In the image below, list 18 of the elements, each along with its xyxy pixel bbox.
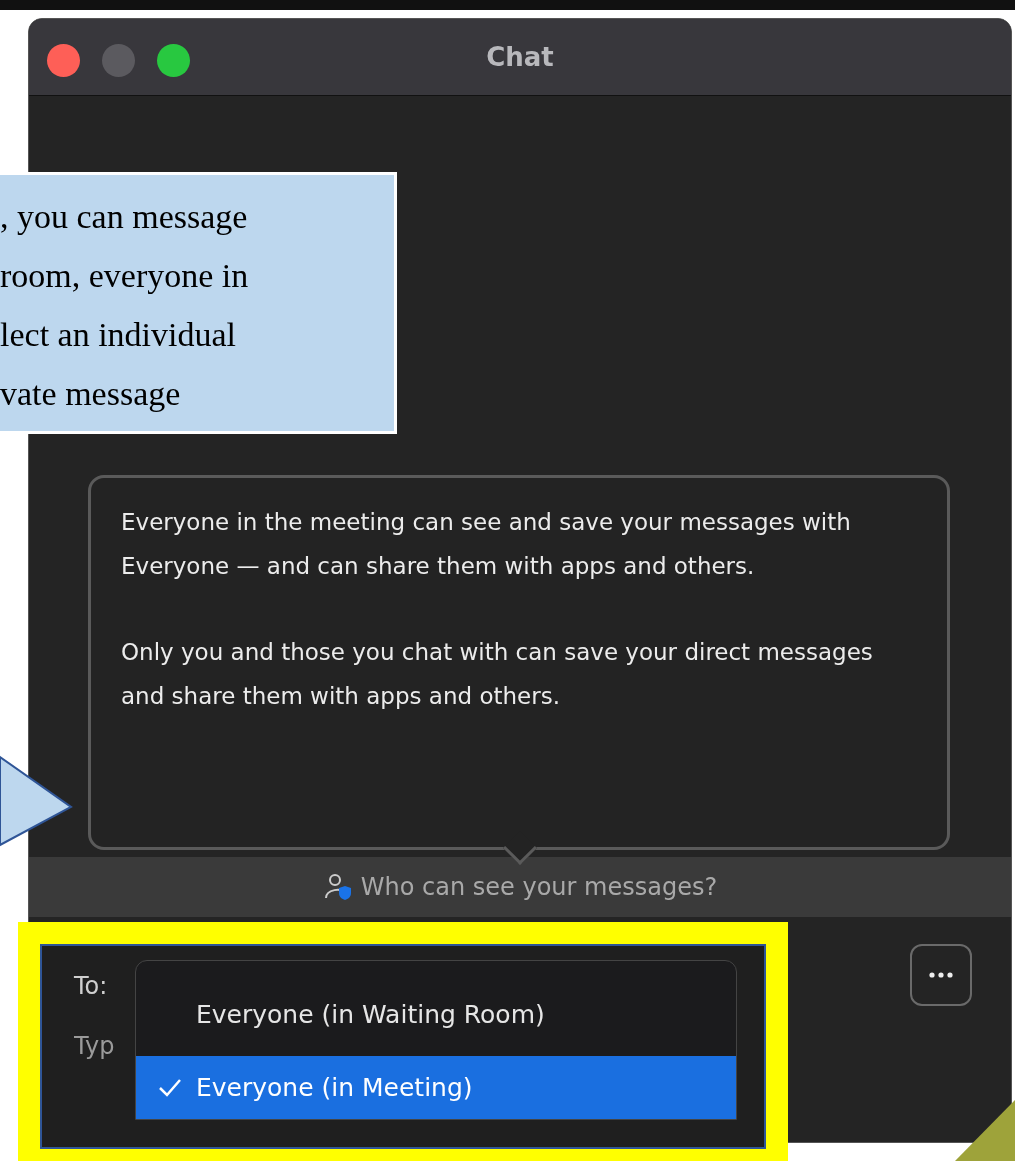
- window-title: Chat: [486, 40, 554, 74]
- person-shield-icon: [322, 872, 353, 902]
- zoom-button[interactable]: [157, 44, 190, 77]
- callout-text: vate message: [0, 374, 182, 414]
- tooltip-text: Everyone in the meeting can see and save your messages with Everyone — and can share them with apps and others.: [121, 508, 852, 581]
- menu-item[interactable]: Everyone (in Waiting Room): [136, 983, 736, 1046]
- more-button[interactable]: [910, 944, 972, 1006]
- more-icon: [929, 972, 953, 978]
- privacy-bar[interactable]: Who can see your messages?: [29, 857, 1011, 917]
- close-button[interactable]: [47, 44, 80, 77]
- callout-text: , you can message: [0, 197, 249, 237]
- privacy-label: Who can see your messages?: [360, 872, 718, 903]
- callout-text: room, everyone in: [0, 256, 250, 296]
- menu-item[interactable]: Everyone (in Meeting): [136, 1056, 736, 1119]
- to-label: To:: [74, 971, 108, 1002]
- callout-text: lect an individual: [0, 315, 238, 355]
- tooltip-text: Only you and those you chat with can save your direct messages and share them with apps and others.: [121, 638, 874, 711]
- checkmark-icon: [158, 1077, 182, 1098]
